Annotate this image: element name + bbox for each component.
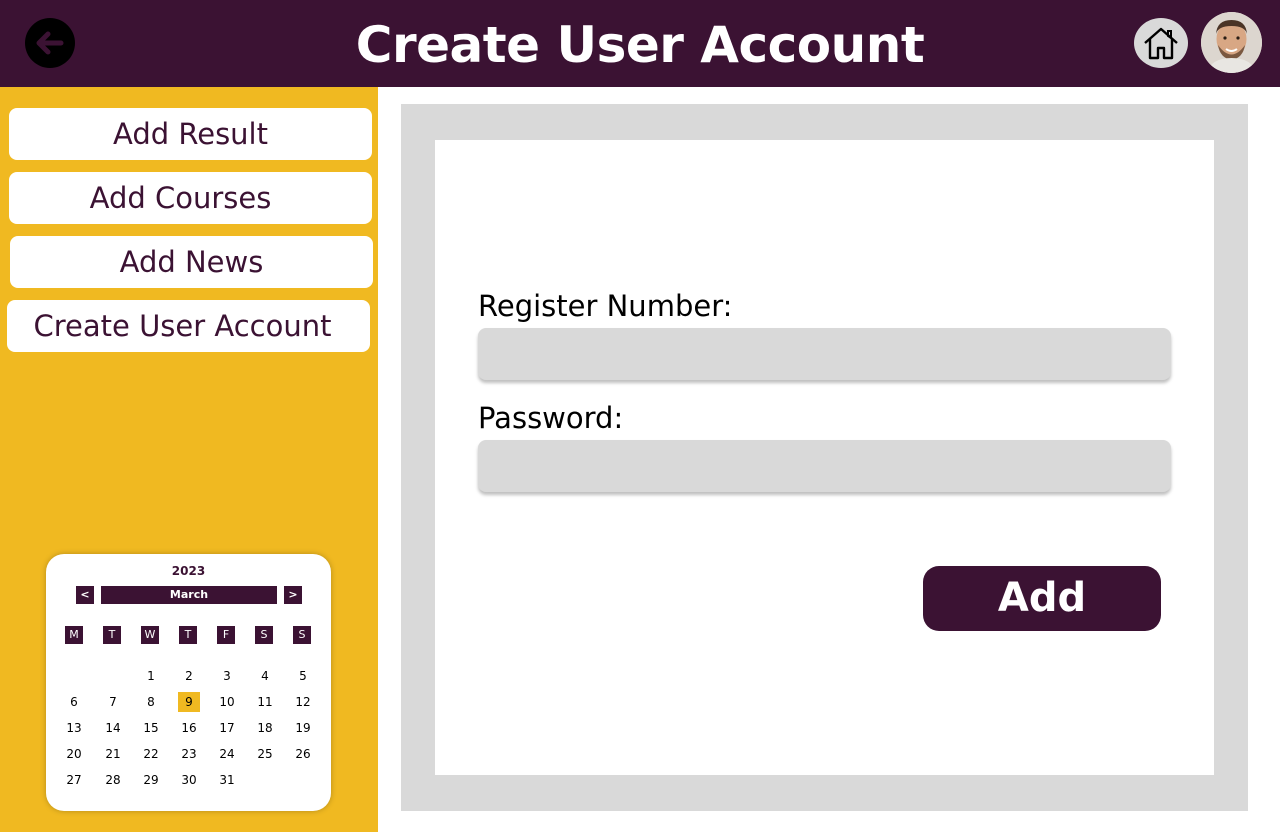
calendar-date[interactable]: 10: [216, 692, 238, 712]
calendar-year: 2023: [171, 564, 206, 578]
calendar-date[interactable]: 14: [102, 718, 124, 738]
calendar-date[interactable]: 22: [140, 744, 162, 764]
calendar-date[interactable]: 23: [178, 744, 200, 764]
weekday-header: W: [141, 626, 159, 644]
sidebar-item-add-result[interactable]: Add Result: [9, 108, 372, 160]
calendar-next-button[interactable]: >: [284, 586, 302, 604]
calendar-date[interactable]: 7: [102, 692, 124, 712]
calendar-date[interactable]: 1: [140, 666, 162, 686]
calendar-widget: 2023 < March > M T W T F S S 1 2 3 4 5 6 7 8 9 10…: [46, 554, 331, 811]
sidebar-item-add-news[interactable]: Add News: [10, 236, 373, 288]
user-avatar[interactable]: [1201, 12, 1262, 73]
calendar-date[interactable]: 28: [102, 770, 124, 790]
calendar-date[interactable]: 17: [216, 718, 238, 738]
calendar-date[interactable]: 31: [216, 770, 238, 790]
calendar-date[interactable]: 26: [292, 744, 314, 764]
calendar-date[interactable]: 8: [140, 692, 162, 712]
calendar-date[interactable]: 21: [102, 744, 124, 764]
home-icon: [1144, 27, 1178, 60]
calendar-date[interactable]: 2: [178, 666, 200, 686]
calendar-date[interactable]: 27: [63, 770, 85, 790]
add-button[interactable]: Add: [923, 566, 1161, 631]
password-label: Password:: [478, 401, 624, 435]
calendar-date[interactable]: 16: [178, 718, 200, 738]
weekday-header: S: [293, 626, 311, 644]
calendar-date[interactable]: 4: [254, 666, 276, 686]
calendar-date[interactable]: 24: [216, 744, 238, 764]
sidebar-item-add-courses[interactable]: Add Courses: [9, 172, 372, 224]
weekday-header: T: [103, 626, 121, 644]
calendar-date[interactable]: 25: [254, 744, 276, 764]
sidebar-item-create-user-account[interactable]: Create User Account: [7, 300, 370, 352]
calendar-date[interactable]: 12: [292, 692, 314, 712]
calendar-date[interactable]: 15: [140, 718, 162, 738]
page-title: Create User Account: [355, 16, 925, 74]
weekday-header: F: [217, 626, 235, 644]
calendar-date[interactable]: 20: [63, 744, 85, 764]
password-input[interactable]: [478, 440, 1171, 492]
calendar-date[interactable]: 13: [63, 718, 85, 738]
weekday-header: T: [179, 626, 197, 644]
calendar-month: March: [101, 586, 277, 604]
weekday-header: M: [65, 626, 83, 644]
app-header: Create User Account: [0, 0, 1280, 87]
calendar-date[interactable]: 18: [254, 718, 276, 738]
home-button[interactable]: [1134, 18, 1188, 68]
weekday-header: S: [255, 626, 273, 644]
calendar-date[interactable]: 19: [292, 718, 314, 738]
calendar-date[interactable]: 30: [178, 770, 200, 790]
calendar-date[interactable]: 29: [140, 770, 162, 790]
register-number-input[interactable]: [478, 328, 1171, 380]
calendar-date[interactable]: 11: [254, 692, 276, 712]
calendar-prev-button[interactable]: <: [76, 586, 94, 604]
calendar-date[interactable]: 6: [63, 692, 85, 712]
register-number-label: Register Number:: [478, 289, 733, 323]
profile-photo-icon: [1201, 12, 1262, 73]
calendar-date[interactable]: 5: [292, 666, 314, 686]
calendar-date[interactable]: 9: [178, 692, 200, 712]
calendar-date[interactable]: 3: [216, 666, 238, 686]
